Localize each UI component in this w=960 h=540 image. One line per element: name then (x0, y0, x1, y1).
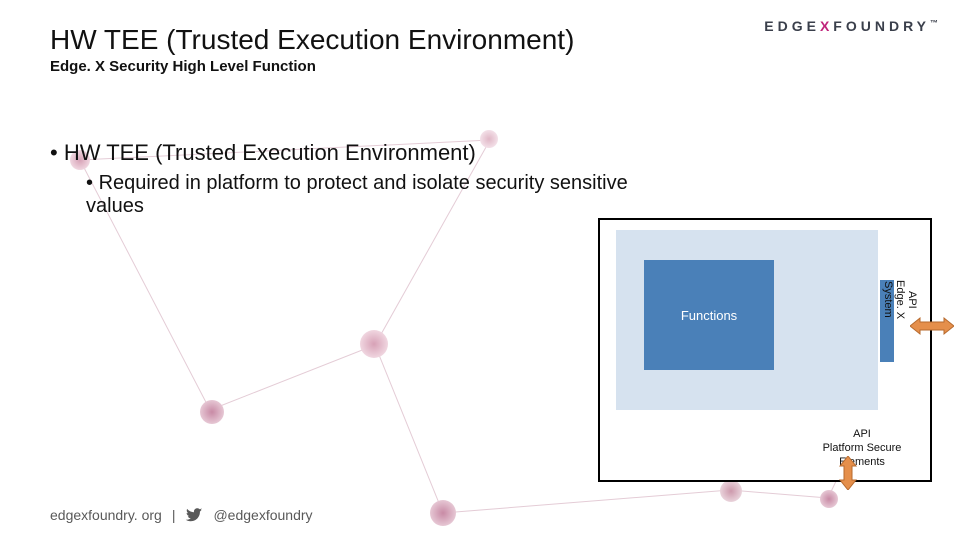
footer-url: edgexfoundry. org (50, 507, 162, 523)
api-side-label: API Edge. X System (882, 280, 918, 319)
logo-part1: EDGE (764, 18, 820, 34)
vertical-arrow-icon (838, 456, 858, 490)
page-subtitle: Edge. X Security High Level Function (50, 58, 316, 75)
bullet-level1: HW TEE (Trusted Execution Environment) (50, 140, 630, 166)
bullet-level2: Required in platform to protect and isol… (86, 172, 630, 218)
page-title: HW TEE (Trusted Execution Environment) (50, 24, 574, 56)
bullet-list: HW TEE (Trusted Execution Environment) R… (50, 140, 630, 218)
twitter-icon (185, 506, 203, 524)
horizontal-arrow-icon (910, 316, 954, 336)
footer: edgexfoundry. org | @edgexfoundry (50, 506, 313, 524)
architecture-diagram: Functions API Platform Secure Elements A… (598, 218, 932, 482)
functions-box: Functions (644, 260, 774, 370)
slide: HW TEE (Trusted Execution Environment) E… (0, 0, 960, 540)
logo-part2: X (820, 18, 833, 34)
api-bottom-label: API Platform Secure Elements (806, 424, 918, 472)
footer-sep: | (172, 507, 176, 523)
footer-handle: @edgexfoundry (213, 507, 312, 523)
logo-tm: ™ (930, 18, 938, 27)
logo-part3: FOUNDRY (833, 18, 930, 34)
diagram-panel: Functions API Platform Secure Elements (616, 230, 878, 410)
brand-logo: EDGEXFOUNDRY™ (764, 18, 938, 34)
